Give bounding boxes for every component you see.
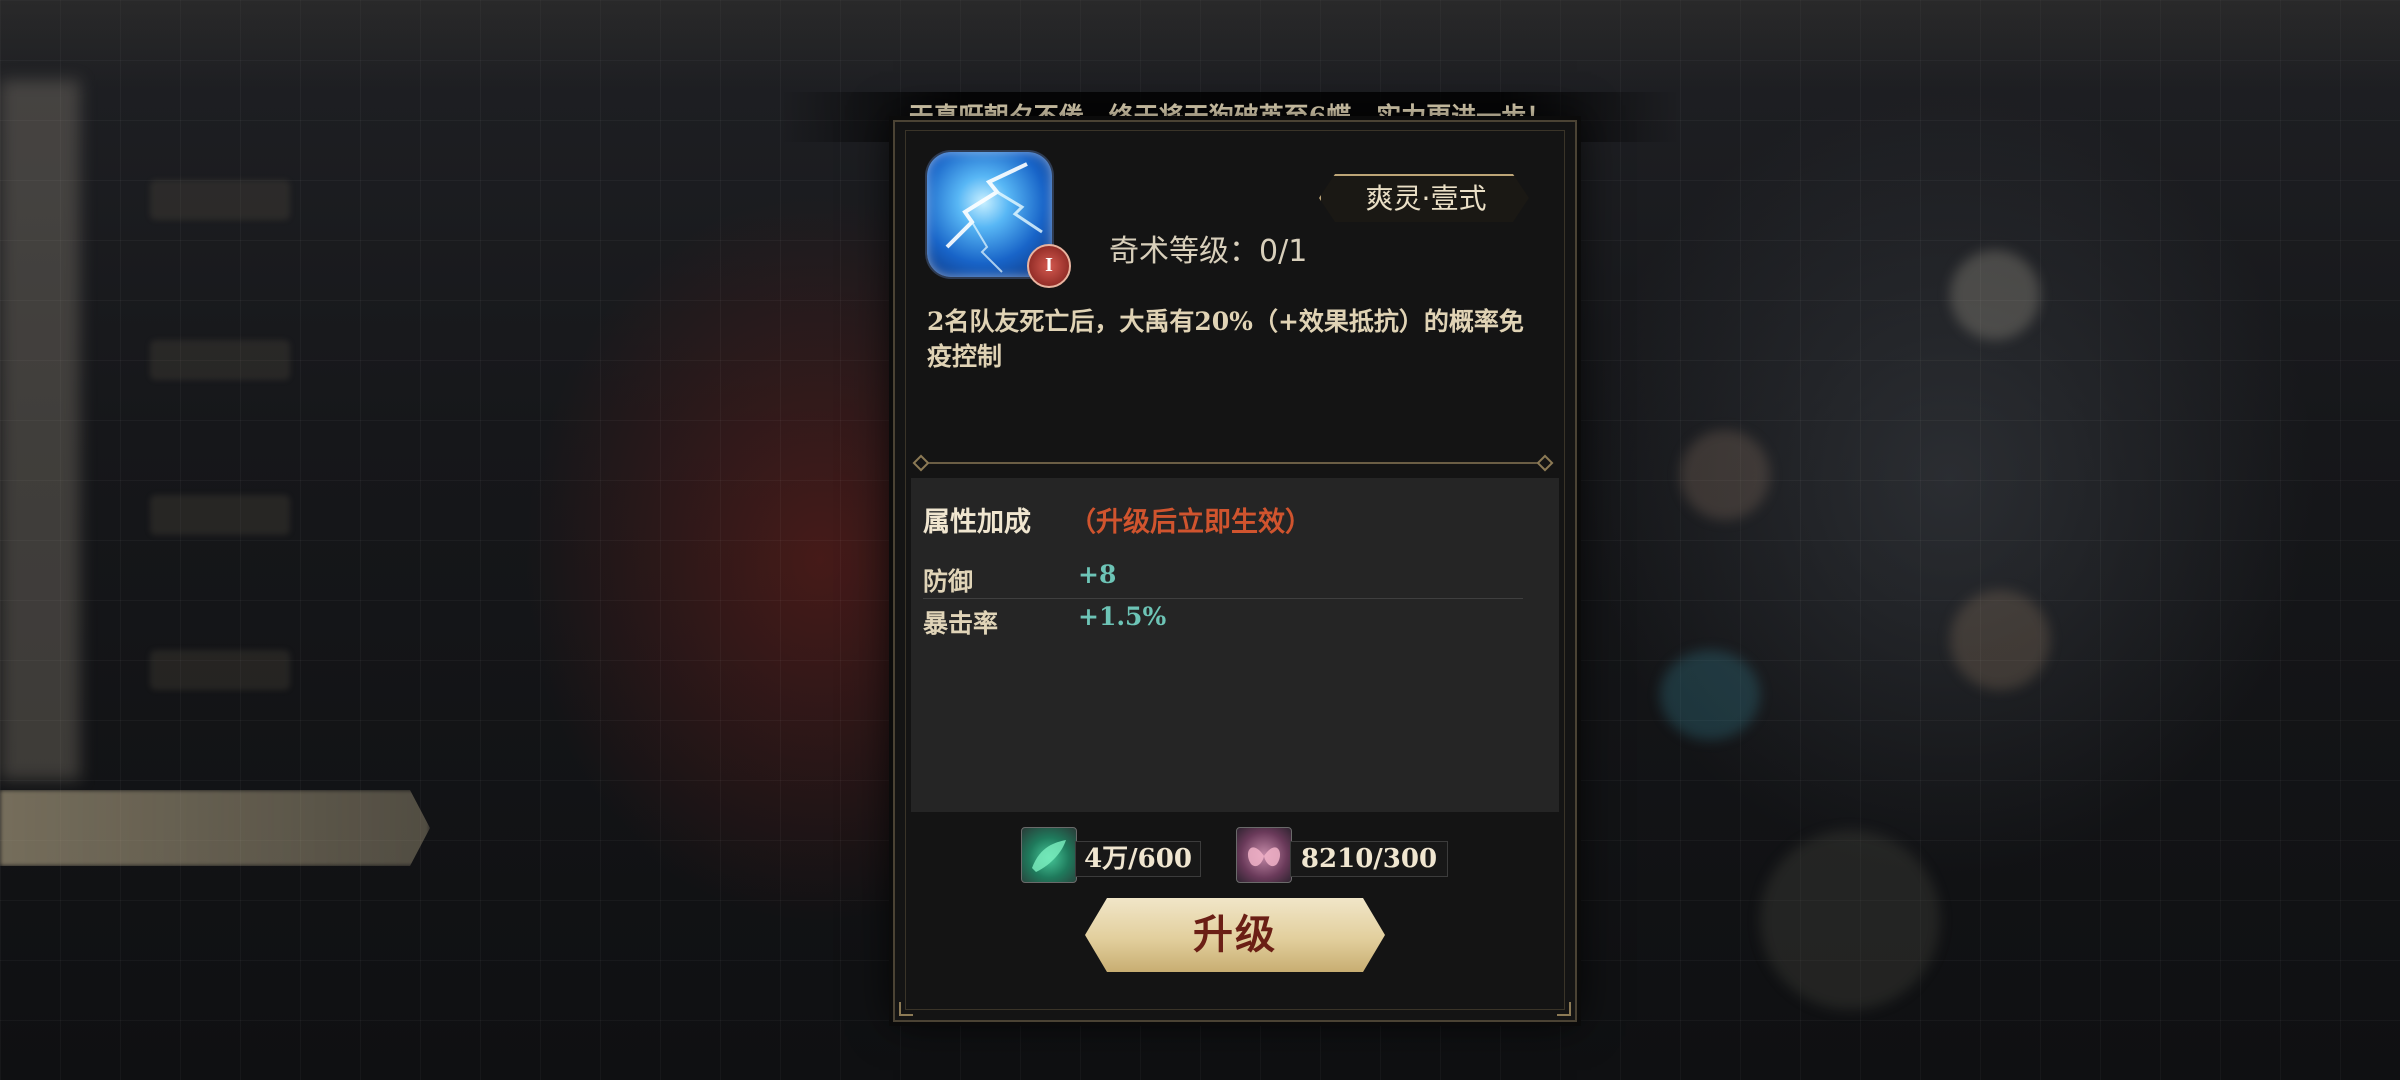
attribute-value: +1.5%	[1078, 602, 1167, 631]
skill-name-plate: 爽灵·壹式	[1107, 148, 1529, 222]
attribute-row: 防御 +8	[923, 556, 1523, 599]
background-nav-item	[150, 340, 290, 380]
cost-item[interactable]: 8210/300	[1236, 827, 1450, 883]
cost-item[interactable]: 4万/600	[1021, 827, 1201, 883]
skill-name: 爽灵·壹式	[1319, 174, 1529, 222]
attribute-bonus-section: 属性加成 （升级后立即生效） 防御 +8 暴击率 +1.5%	[911, 478, 1559, 812]
attribute-label: 暴击率	[923, 609, 999, 638]
background-node	[1760, 830, 1940, 1010]
background-nav-item	[150, 650, 290, 690]
cost-amount: 4万/600	[1075, 841, 1201, 877]
skill-rank-badge: I	[1027, 244, 1071, 288]
background-nav-item	[150, 495, 290, 535]
background-node	[1660, 650, 1760, 740]
background-left-strip	[0, 80, 80, 780]
attribute-title: 属性加成	[923, 507, 1031, 538]
green-feather-material-icon[interactable]	[1021, 827, 1077, 883]
background-nav-item	[150, 180, 290, 220]
upgrade-button[interactable]: 升级	[1085, 898, 1385, 972]
frame-corner	[1557, 1002, 1571, 1016]
skill-description: 2名队友死亡后，大禹有20%（+效果抵抗）的概率免疫控制	[927, 307, 1524, 371]
cost-amount: 8210/300	[1290, 841, 1448, 877]
attribute-label: 防御	[923, 567, 974, 596]
skill-upgrade-panel: I 爽灵·壹式 奇术等级：0/1 2名队友死亡后，大禹有20%（+效果抵抗）的概…	[893, 120, 1577, 1022]
frame-corner	[899, 1002, 913, 1016]
pink-moth-material-icon[interactable]	[1236, 827, 1292, 883]
attribute-note: （升级后立即生效）	[1069, 507, 1312, 538]
background-top-bar	[0, 0, 2400, 90]
attribute-value: +8	[1078, 560, 1117, 589]
attribute-row: 暴击率 +1.5%	[923, 598, 1523, 640]
background-node	[1950, 250, 2040, 340]
skill-level-text: 奇术等级：0/1	[1109, 234, 1308, 269]
background-node	[1680, 430, 1770, 520]
background-tab	[0, 790, 430, 866]
section-divider	[921, 462, 1545, 464]
background-node	[1950, 590, 2050, 690]
